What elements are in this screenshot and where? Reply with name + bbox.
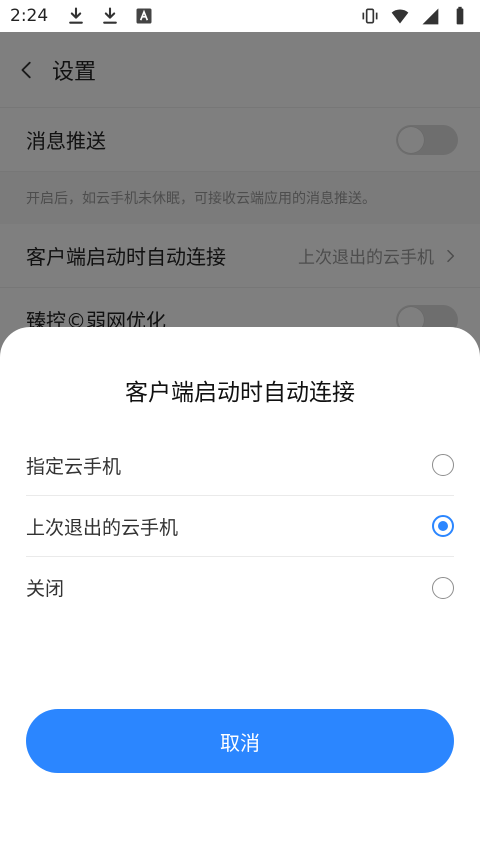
download-icon: [103, 7, 118, 24]
option-label: 上次退出的云手机: [26, 516, 179, 539]
signal-icon: [422, 8, 439, 25]
radio-selected-icon[interactable]: [432, 515, 454, 537]
status-time: 2:24: [10, 6, 49, 26]
option-label: 关闭: [26, 578, 65, 600]
status-right-icons: [360, 6, 470, 26]
status-left-icons: [66, 6, 154, 26]
radio-unselected-icon[interactable]: [432, 454, 454, 476]
auto-connect-sheet: 客户端启动时自动连接 指定云手机 上次退出的云手机 关闭 取消: [0, 327, 480, 853]
status-bar: 2:24: [0, 0, 480, 32]
option-label: 指定云手机: [26, 455, 122, 478]
radio-unselected-icon[interactable]: [432, 576, 454, 599]
download-icon: [69, 7, 84, 24]
option-off[interactable]: 关闭: [26, 557, 454, 618]
battery-icon: [456, 6, 464, 25]
option-last-exited-phone[interactable]: 上次退出的云手机: [26, 496, 454, 557]
sheet-title: 客户端启动时自动连接: [125, 380, 355, 406]
cancel-button[interactable]: 取消: [26, 709, 454, 773]
a-box-icon: [136, 8, 152, 24]
option-list: 指定云手机 上次退出的云手机 关闭: [26, 435, 454, 618]
option-specified-phone[interactable]: 指定云手机: [26, 435, 454, 496]
wifi-icon: [391, 9, 409, 24]
vibrate-icon: [362, 8, 378, 24]
